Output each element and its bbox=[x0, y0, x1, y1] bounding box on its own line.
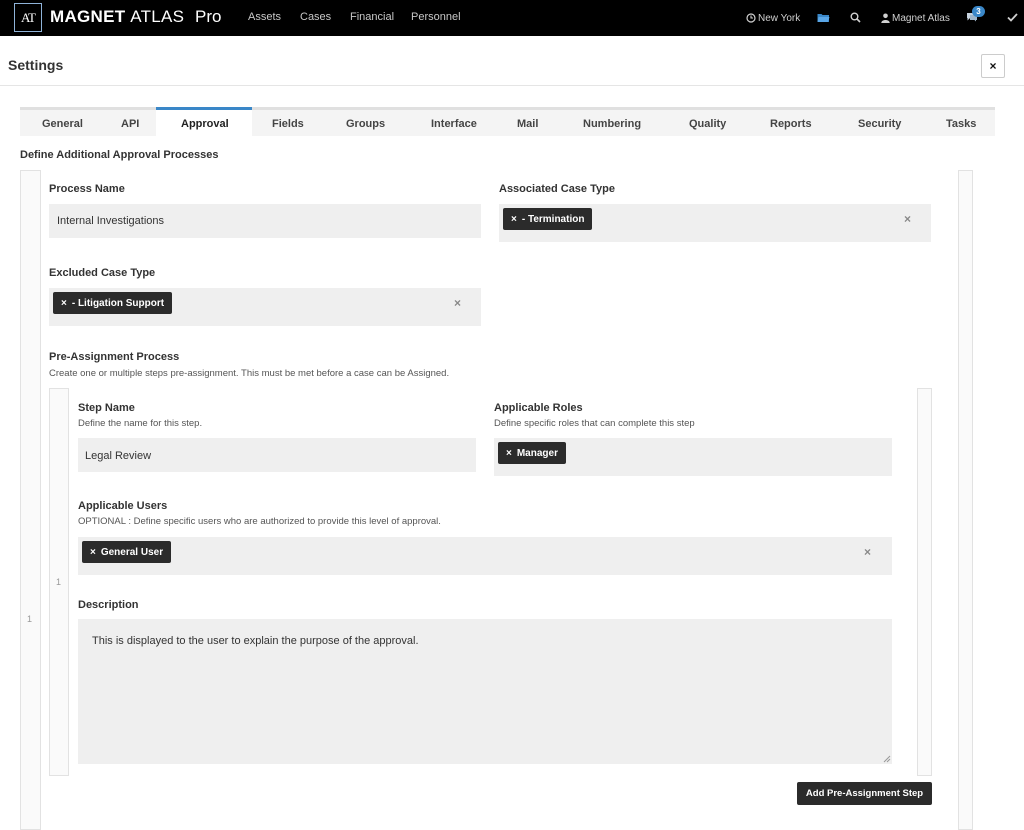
step-name-hint: Define the name for this step. bbox=[78, 418, 203, 429]
user-icon bbox=[881, 13, 890, 23]
brand-primary: MAGNET bbox=[50, 7, 126, 26]
close-icon: × bbox=[989, 59, 997, 73]
step-name-input[interactable]: Legal Review bbox=[78, 438, 476, 472]
applicable-roles-hint: Define specific roles that can complete … bbox=[494, 418, 695, 429]
chat-button[interactable]: 3 bbox=[966, 6, 988, 26]
tag-label: - Litigation Support bbox=[71, 297, 165, 309]
applicable-role-tag[interactable]: × Manager bbox=[498, 442, 566, 464]
description-label: Description bbox=[78, 599, 139, 611]
tag-remove-icon[interactable]: × bbox=[61, 298, 67, 309]
tab-tasks[interactable]: Tasks bbox=[946, 118, 976, 130]
add-pre-assignment-step-button[interactable]: Add Pre-Assignment Step bbox=[797, 782, 932, 805]
clear-users-icon[interactable]: × bbox=[864, 545, 871, 559]
excluded-case-type-label: Excluded Case Type bbox=[49, 267, 156, 279]
applicable-users-hint: OPTIONAL : Define specific users who are… bbox=[78, 516, 441, 527]
resize-handle-icon[interactable] bbox=[883, 755, 891, 763]
tag-remove-icon[interactable]: × bbox=[506, 448, 512, 459]
process-name-label: Process Name bbox=[49, 183, 125, 195]
tab-numbering[interactable]: Numbering bbox=[583, 118, 641, 130]
active-tab-indicator bbox=[156, 107, 252, 110]
section-title: Define Additional Approval Processes bbox=[20, 149, 219, 161]
nav-financial[interactable]: Financial bbox=[350, 11, 394, 23]
check-icon[interactable] bbox=[1007, 13, 1018, 22]
nav-assets[interactable]: Assets bbox=[248, 11, 281, 23]
brand-edition: Pro bbox=[195, 7, 222, 26]
notification-badge: 3 bbox=[972, 6, 985, 17]
pre-assignment-title: Pre-Assignment Process bbox=[49, 351, 180, 363]
nav-cases[interactable]: Cases bbox=[300, 11, 331, 23]
page-title: Settings bbox=[8, 57, 64, 73]
tab-reports[interactable]: Reports bbox=[770, 118, 812, 130]
applicable-users-label: Applicable Users bbox=[78, 500, 168, 512]
clock-icon bbox=[746, 13, 756, 23]
user-name: Magnet Atlas bbox=[892, 13, 950, 24]
associated-case-type-label: Associated Case Type bbox=[499, 183, 615, 195]
step-name-value: Legal Review bbox=[85, 450, 152, 462]
applicable-roles-label: Applicable Roles bbox=[494, 402, 583, 414]
applicable-user-tag[interactable]: × General User bbox=[82, 541, 172, 563]
brand-name[interactable]: MAGNET ATLAS Pro bbox=[50, 7, 222, 27]
pre-assignment-hint: Create one or multiple steps pre-assignm… bbox=[49, 368, 450, 379]
description-textarea[interactable]: This is displayed to the user to explain… bbox=[78, 619, 892, 764]
header-divider bbox=[0, 85, 1024, 86]
process-name-value: Internal Investigations bbox=[57, 215, 165, 227]
process-name-input[interactable]: Internal Investigations bbox=[49, 204, 481, 238]
tag-label: Manager bbox=[516, 447, 558, 459]
tab-approval[interactable]: Approval bbox=[181, 118, 229, 130]
clear-associated-icon[interactable]: × bbox=[904, 212, 911, 226]
tag-label: - Termination bbox=[521, 213, 585, 225]
tab-security[interactable]: Security bbox=[858, 118, 901, 130]
search-icon[interactable] bbox=[850, 12, 861, 23]
description-value: This is displayed to the user to explain… bbox=[92, 635, 419, 647]
applicable-users-select[interactable] bbox=[78, 537, 892, 575]
associated-case-type-tag[interactable]: × - Termination bbox=[503, 208, 593, 230]
tag-remove-icon[interactable]: × bbox=[511, 214, 517, 225]
top-navbar: AT MAGNET ATLAS Pro Assets Cases Financi… bbox=[0, 0, 1024, 36]
excluded-case-type-tag[interactable]: × - Litigation Support bbox=[53, 292, 173, 314]
location-label: New York bbox=[758, 13, 801, 24]
tab-quality[interactable]: Quality bbox=[689, 118, 726, 130]
step-row-number: 1 bbox=[56, 577, 62, 587]
step-name-label: Step Name bbox=[78, 402, 135, 414]
tab-general[interactable]: General bbox=[42, 118, 83, 130]
tab-api[interactable]: API bbox=[121, 118, 139, 130]
nav-personnel[interactable]: Personnel bbox=[411, 11, 461, 23]
tab-groups[interactable]: Groups bbox=[346, 118, 385, 130]
tab-interface[interactable]: Interface bbox=[431, 118, 477, 130]
brand-secondary: ATLAS bbox=[130, 7, 185, 26]
clear-excluded-icon[interactable]: × bbox=[454, 296, 461, 310]
tab-mail[interactable]: Mail bbox=[517, 118, 538, 130]
tab-fields[interactable]: Fields bbox=[272, 118, 304, 130]
close-button[interactable]: × bbox=[981, 54, 1005, 78]
user-menu[interactable]: Magnet Atlas bbox=[881, 12, 950, 26]
tag-label: General User bbox=[100, 546, 164, 558]
app-logo[interactable]: AT bbox=[14, 3, 42, 32]
location-selector[interactable]: New York bbox=[746, 12, 806, 26]
process-row-number: 1 bbox=[27, 614, 33, 624]
folder-icon[interactable] bbox=[817, 12, 830, 23]
tag-remove-icon[interactable]: × bbox=[90, 547, 96, 558]
